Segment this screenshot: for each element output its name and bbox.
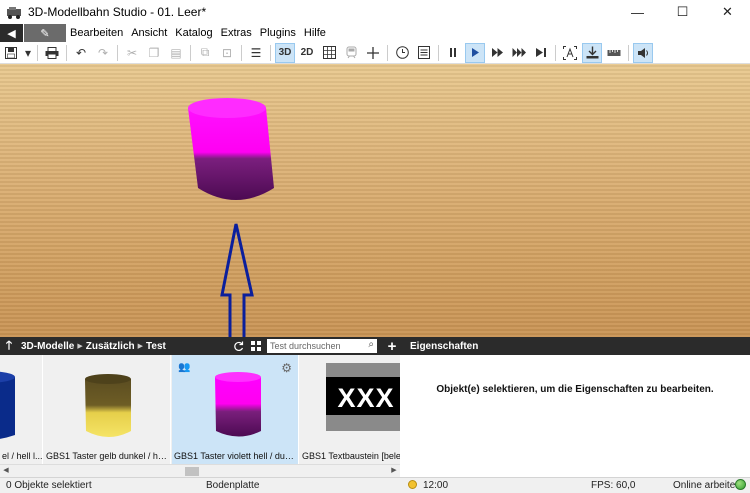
properties-header: Eigenschaften (400, 337, 750, 355)
menu-ansicht[interactable]: Ansicht (127, 27, 171, 39)
catalog-tile[interactable]: XXX GBS1 Textbaustein [bele (300, 355, 400, 464)
toolbar-separator (37, 44, 38, 61)
app-icon (7, 7, 21, 19)
model-thumbnail (215, 372, 261, 437)
ungroup-icon[interactable]: ⊡ (217, 43, 237, 63)
download-icon[interactable] (582, 42, 602, 63)
copy-icon[interactable]: ❐ (144, 43, 164, 63)
edit-mode-tab[interactable]: ✎ (24, 24, 66, 42)
sound-icon[interactable] (633, 42, 653, 63)
cut-icon[interactable]: ✂ (122, 43, 142, 63)
search-icon[interactable]: ⌕ (368, 339, 374, 350)
layers-icon[interactable]: ☰ (246, 43, 266, 63)
tile-label: GBS1 Taster violett hell / dunke... (174, 451, 298, 461)
paste-icon[interactable]: ▤ (166, 43, 186, 63)
skip-forward-icon[interactable] (531, 43, 551, 63)
toolbar-separator (241, 44, 242, 61)
catalog-search-input[interactable]: Test durchsuchen ⌕ (267, 339, 377, 353)
selected-cylinder-model[interactable] (188, 98, 274, 200)
save-dropdown-icon[interactable]: ▾ (23, 43, 33, 63)
toolbar-separator (270, 44, 271, 61)
print-icon[interactable] (42, 43, 62, 63)
tile-label: GBS1 Textbaustein [bele (302, 451, 400, 461)
view-3d-button[interactable]: 3D (275, 42, 295, 63)
undo-icon[interactable]: ↶ (71, 43, 91, 63)
menu-bearbeiten[interactable]: Bearbeiten (66, 27, 127, 39)
model-thumbnail (85, 374, 131, 437)
maximize-button[interactable]: ☐ (660, 0, 705, 24)
menu-plugins[interactable]: Plugins (256, 27, 300, 39)
viewport-scene (188, 98, 274, 337)
ruler-icon[interactable] (604, 43, 624, 63)
3d-viewport[interactable] (0, 64, 750, 337)
properties-title: Eigenschaften (410, 340, 479, 352)
event-log-icon[interactable] (414, 43, 434, 63)
menu-hilfe[interactable]: Hilfe (300, 27, 330, 39)
menu-katalog[interactable]: Katalog (171, 27, 216, 39)
toolbar-separator (66, 44, 67, 61)
properties-panel: Objekt(e) selektieren, um die Eigenschaf… (400, 355, 750, 477)
menu-extras[interactable]: Extras (217, 27, 256, 39)
menu-bar: ◀ ✎ Bearbeiten Ansicht Katalog Extras Pl… (0, 24, 750, 42)
view-2d-button[interactable]: 2D (297, 43, 317, 63)
time-status[interactable]: 12:00 (423, 480, 448, 491)
window-title: 3D-Modellbahn Studio - 01. Leer* (28, 5, 207, 19)
catalog-tile[interactable]: el / hell l... (0, 355, 43, 464)
status-bar: 0 Objekte selektiert Bodenplatte 12:00 F… (0, 477, 750, 493)
catalog-header: 🡑 3D-Modelle ▶ Zusätzlich ▶ Test Test du… (0, 337, 400, 355)
tile-label: GBS1 Taster gelb dunkel / hell l... (46, 451, 170, 461)
catalog-tile[interactable]: GBS1 Taster gelb dunkel / hell l... (44, 355, 171, 464)
catalog-scrollbar[interactable]: ◀ ▶ (0, 464, 400, 477)
minimize-button[interactable]: — (615, 0, 660, 24)
breadcrumb-zusaetzlich[interactable]: Zusätzlich (83, 341, 138, 352)
train-view-icon[interactable] (341, 43, 361, 63)
catalog-grid: el / hell l... GBS1 Taster gelb dunkel /… (0, 355, 400, 464)
text-block-banner: XXX (337, 383, 395, 413)
layer-status[interactable]: Bodenplatte (206, 480, 259, 491)
back-button[interactable]: ◀ (0, 24, 23, 42)
model-thumbnail (0, 371, 15, 439)
title-bar: 3D-Modellbahn Studio - 01. Leer* — ☐ ✕ (0, 0, 750, 24)
scrollbar-thumb[interactable] (185, 467, 199, 476)
catalog-search-placeholder: Test durchsuchen (270, 341, 341, 351)
toolbar-separator (387, 44, 388, 61)
close-button[interactable]: ✕ (705, 0, 750, 24)
properties-empty-message: Objekt(e) selektieren, um die Eigenschaf… (436, 384, 714, 395)
pause-icon[interactable] (443, 43, 463, 63)
save-icon[interactable] (1, 43, 21, 63)
toolbar-separator (190, 44, 191, 61)
toolbar-separator (117, 44, 118, 61)
fps-status: FPS: 60,0 (591, 480, 636, 491)
scroll-right-icon[interactable]: ▶ (388, 465, 400, 477)
crosshair-icon[interactable] (363, 43, 383, 63)
toolbar-separator (628, 44, 629, 61)
catalog-tile-selected[interactable]: 👥 ⚙ GBS1 Taster violett hell / dunke... (172, 355, 299, 464)
selection-status: 0 Objekte selektiert (6, 480, 92, 491)
toolbar-separator (438, 44, 439, 61)
grid-icon[interactable] (319, 43, 339, 63)
sun-icon (408, 480, 417, 491)
scroll-left-icon[interactable]: ◀ (0, 465, 12, 477)
up-arrow-icon[interactable]: 🡑 (0, 336, 18, 357)
breadcrumb-3d-modelle[interactable]: 3D-Modelle (18, 341, 77, 352)
faster-forward-icon[interactable] (509, 43, 529, 63)
clock-icon[interactable] (392, 43, 412, 63)
play-icon[interactable] (465, 42, 485, 63)
toolbar-separator (555, 44, 556, 61)
group-icon[interactable]: ⧉ (195, 43, 215, 63)
fast-forward-icon[interactable] (487, 43, 507, 63)
grid-view-icon[interactable] (247, 337, 265, 355)
annotation-arrow (220, 223, 254, 337)
breadcrumb-test[interactable]: Test (143, 341, 169, 352)
text-select-icon[interactable] (560, 43, 580, 63)
online-status-icon (735, 479, 746, 491)
refresh-icon[interactable] (229, 337, 247, 355)
redo-icon[interactable]: ↷ (93, 43, 113, 63)
online-status[interactable]: Online arbeiten (673, 480, 741, 491)
toolbar: ▾ ↶ ↷ ✂ ❐ ▤ ⧉ ⊡ ☰ 3D 2D (0, 42, 750, 64)
